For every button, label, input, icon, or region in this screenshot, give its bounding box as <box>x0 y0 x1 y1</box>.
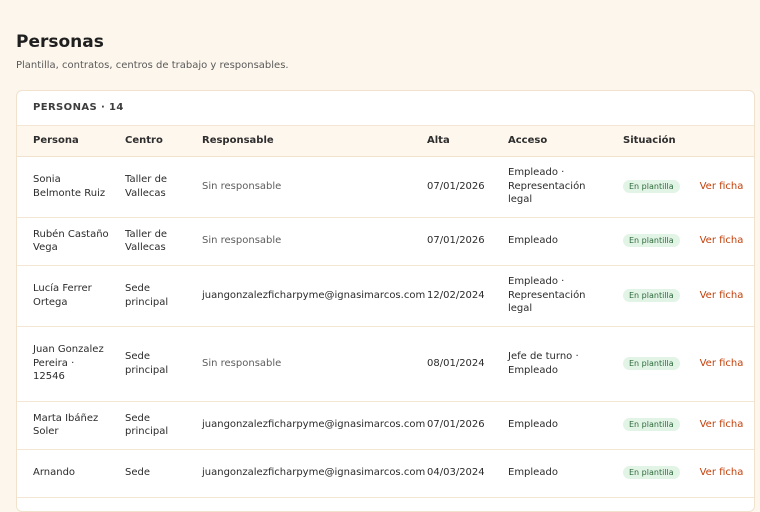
cell-persona: Rubén Castaño Vega <box>17 217 109 266</box>
cell-centro: Sede <box>109 449 186 498</box>
cell-situacion: En plantilla <box>607 217 699 266</box>
ver-ficha-link[interactable]: Ver ficha <box>700 235 744 246</box>
cell-action: Ver ficha <box>699 156 754 218</box>
cell-action: Ver ficha <box>699 401 754 450</box>
table-row: Marta Ibáñez Soler Sede principal juango… <box>17 401 754 450</box>
ver-ficha-link[interactable]: Ver ficha <box>700 358 744 369</box>
cell-centro: Sede principal <box>109 401 186 450</box>
column-header-responsable[interactable]: Responsable <box>186 126 411 157</box>
table-row: Rubén Castaño Vega Taller de Vallecas Si… <box>17 217 754 266</box>
cell-acceso: Empleado <box>492 217 607 266</box>
cell-situacion: En plantilla <box>607 156 699 218</box>
cell-persona: Marta Ibáñez Soler <box>17 401 109 450</box>
cell-action: Ver ficha <box>699 449 754 498</box>
cell-acceso: Jefe de turno · Empleado <box>492 326 607 402</box>
status-badge: En plantilla <box>623 179 680 193</box>
cell-centro: Taller de Vallecas <box>109 217 186 266</box>
column-header-centro[interactable]: Centro <box>109 126 186 157</box>
column-header-persona[interactable]: Persona <box>17 126 109 157</box>
column-header-situacion[interactable]: Situación <box>607 126 699 157</box>
cell-alta: 07/01/2026 <box>411 156 492 218</box>
cell-action: Ver ficha <box>699 326 754 402</box>
cell-responsable: Sin responsable <box>186 156 411 218</box>
cell-persona: Juan Gonzalez Pereira · 12546 <box>17 326 109 402</box>
cell-centro: Taller de Vallecas <box>109 156 186 218</box>
column-header-actions <box>699 126 754 157</box>
ver-ficha-link[interactable]: Ver ficha <box>700 181 744 192</box>
status-badge: En plantilla <box>623 234 680 248</box>
cell-responsable: Sin responsable <box>186 217 411 266</box>
table-row: Sonia Belmonte Ruiz Taller de Vallecas S… <box>17 156 754 218</box>
status-badge: En plantilla <box>623 356 680 370</box>
column-header-acceso[interactable]: Acceso <box>492 126 607 157</box>
cell-persona: Arnando <box>17 449 109 498</box>
cell-alta: 07/01/2026 <box>411 217 492 266</box>
cell-responsable: Sin responsable <box>186 326 411 402</box>
page-title: Personas <box>16 32 104 52</box>
personas-card: PERSONAS · 14 Persona Centro Responsable… <box>16 90 755 512</box>
cell-persona: Sonia Belmonte Ruiz <box>17 156 109 218</box>
page-header: Personas Plantilla, contratos, centros d… <box>16 31 289 72</box>
status-badge: En plantilla <box>623 466 680 480</box>
cell-situacion: En plantilla <box>607 265 699 327</box>
column-header-alta[interactable]: Alta <box>411 126 492 157</box>
cell-centro: Sede principal <box>109 326 186 402</box>
ver-ficha-link[interactable]: Ver ficha <box>700 290 744 301</box>
cell-responsable: juangonzalezficharpyme@ignasimarcos.com <box>186 401 425 450</box>
cell-persona: Lucía Ferrer Ortega <box>17 265 109 327</box>
cell-situacion: En plantilla <box>607 401 699 450</box>
ver-ficha-link[interactable]: Ver ficha <box>700 419 744 430</box>
cell-action: Ver ficha <box>699 217 754 266</box>
cell-responsable: juangonzalezficharpyme@ignasimarcos.com <box>186 265 425 327</box>
cell-acceso: Empleado · Representación legal <box>492 156 607 218</box>
cell-situacion: En plantilla <box>607 326 699 402</box>
cell-situacion: En plantilla <box>607 449 699 498</box>
cell-responsable: juangonzalezficharpyme@ignasimarcos.com <box>186 449 425 498</box>
status-badge: En plantilla <box>623 288 680 302</box>
table-row: Juan Gonzalez Pereira · 12546 Sede princ… <box>17 326 754 402</box>
page-subtitle: Plantilla, contratos, centros de trabajo… <box>16 60 289 71</box>
table-header-row: Persona Centro Responsable Alta Acceso S… <box>17 126 754 157</box>
ver-ficha-link[interactable]: Ver ficha <box>700 467 744 478</box>
cell-acceso: Empleado <box>492 449 607 498</box>
table-row: Lucía Ferrer Ortega Sede principal juang… <box>17 265 754 327</box>
card-title: PERSONAS · 14 <box>17 91 754 126</box>
personas-table: Persona Centro Responsable Alta Acceso S… <box>17 126 754 498</box>
table-row: Arnando Sede juangonzalezficharpyme@igna… <box>17 449 754 498</box>
cell-acceso: Empleado <box>492 401 607 450</box>
status-badge: En plantilla <box>623 418 680 432</box>
cell-centro: Sede principal <box>109 265 186 327</box>
cell-acceso: Empleado · Representación legal <box>492 265 607 327</box>
cell-action: Ver ficha <box>699 265 754 327</box>
cell-alta: 08/01/2024 <box>411 326 492 402</box>
